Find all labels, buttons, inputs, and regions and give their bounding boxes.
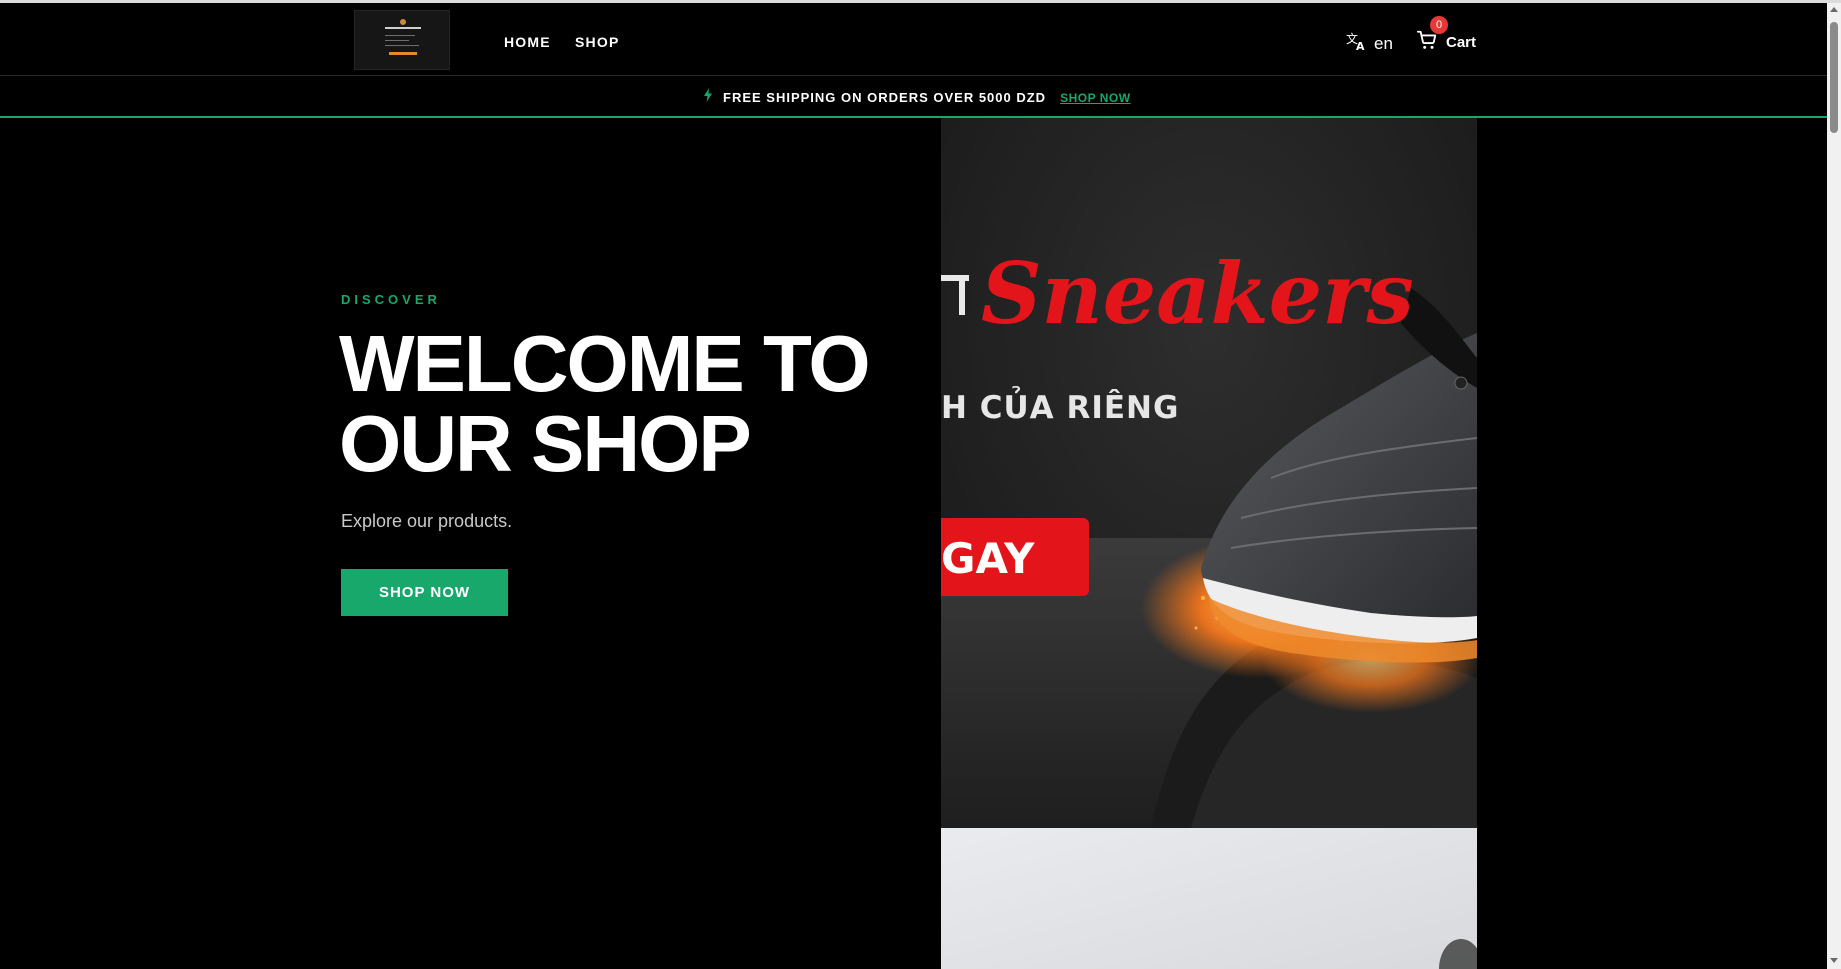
language-switcher[interactable]: 文 A en [1346,31,1393,56]
cart-label: Cart [1446,34,1477,51]
hero-subtitle: Explore our products. [341,511,513,531]
banner-button-text: GAY [941,534,1035,583]
translate-icon: 文 A [1346,31,1368,56]
language-code: en [1374,33,1393,53]
cart-count-badge: 0 [1430,16,1448,34]
hero-title: WELCOME TO OUR SHOP [339,319,871,488]
hero-shop-now-button[interactable]: SHOP NOW [341,569,508,616]
announcement-bar: FREE SHIPPING ON ORDERS OVER 5000 DZD SH… [0,76,1827,118]
hero-eyebrow: DISCOVER [341,292,441,307]
secondary-banner-image [941,828,1477,969]
sneaker-banner-graphic: Sneakers H CỦA RIÊNG GAY [941,118,1477,828]
scrollbar-thumb[interactable] [1830,22,1838,133]
page-scrollbar[interactable] [1827,3,1841,969]
shop-logo[interactable] [354,10,450,70]
svg-text:A: A [1356,40,1365,51]
nav-shop-link[interactable]: SHOP [575,34,619,50]
announcement-shop-now-link[interactable]: SHOP NOW [1060,91,1130,105]
banner-script-text: Sneakers [981,244,1414,343]
site-header: HOME SHOP 文 A en 0 Cart [0,3,1827,76]
hero-banner-image: Sneakers H CỦA RIÊNG GAY [941,118,1477,828]
announcement-text: FREE SHIPPING ON ORDERS OVER 5000 DZD [723,90,1047,105]
logo-mark-icon [400,19,406,25]
banner-caption-text: H CỦA RIÊNG [941,386,1179,426]
lightning-icon [703,88,713,107]
nav-home-link[interactable]: HOME [504,34,551,50]
cart-button[interactable]: 0 Cart [1416,16,1477,56]
scroll-down-arrow-icon[interactable] [1830,958,1838,963]
scroll-up-arrow-icon[interactable] [1830,7,1838,12]
page: HOME SHOP 文 A en 0 Cart FREE SHIPPING ON… [0,0,1841,969]
